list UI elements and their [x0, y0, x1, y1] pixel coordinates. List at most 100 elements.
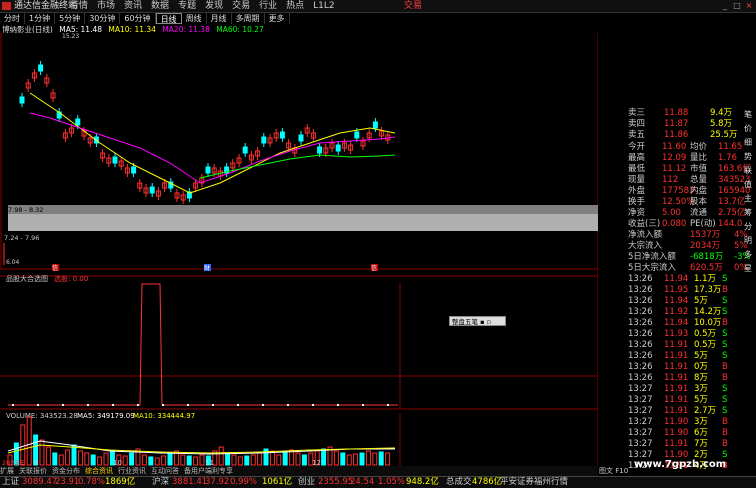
quick-link-2[interactable]: 资金分布 [52, 466, 80, 476]
menu-item-5[interactable]: 发现 [205, 0, 223, 12]
menu-item-2[interactable]: 资讯 [124, 0, 142, 12]
period-tab-8[interactable]: 多周期 [232, 13, 265, 24]
index-name[interactable]: 沪深 [152, 477, 169, 488]
minimize-icon[interactable]: _ [720, 2, 730, 10]
tick-direction: B [722, 362, 728, 372]
side-tab-1[interactable]: 价 [744, 124, 752, 134]
menu-item-7[interactable]: 行业 [259, 0, 277, 12]
maximize-icon[interactable]: □ [732, 2, 742, 10]
flow-label: 大宗流入 [628, 241, 663, 251]
tick-price: 11.90 [664, 428, 689, 438]
stat-label: PE(动) [690, 219, 716, 229]
stat-row: 收益(三) 0.080 PE(动) 144.0 [598, 219, 756, 230]
index-name[interactable]: 总成交 [446, 477, 472, 488]
stat-label: 均价 [690, 142, 708, 152]
popup-button[interactable]: 整盘五笔 ▪ ▫ [449, 316, 506, 326]
quick-link-1[interactable]: 关联报价 [19, 466, 47, 476]
ask-label: 卖三 [628, 108, 646, 118]
period-tab-3[interactable]: 30分钟 [85, 13, 121, 24]
quick-links: 扩展 关联报价 资金分布 综合资讯 行业资讯 互动问答 备用户端利专享 [0, 466, 598, 476]
side-tab-9[interactable]: 明 [744, 236, 752, 246]
ask-row[interactable]: 卖五 11.86 25.5万 [598, 130, 756, 141]
stat-label: 收益(三) [628, 219, 661, 229]
tick-time: 13:26 [628, 274, 653, 284]
quick-link-3[interactable]: 综合资讯 [85, 466, 113, 476]
candle-body [372, 121, 378, 129]
side-tab-11[interactable]: 星 [744, 264, 752, 274]
period-tab-6[interactable]: 周线 [182, 13, 207, 24]
volume-bar [359, 452, 365, 466]
side-tab-0[interactable]: 笔 [744, 110, 752, 120]
menu-item-1[interactable]: 市场 [97, 0, 115, 12]
period-tab-2[interactable]: 5分钟 [55, 13, 86, 24]
indicator-dot [387, 404, 389, 406]
tick-volume: 8万 [694, 373, 708, 383]
side-tab-3[interactable]: 势 [744, 152, 752, 162]
side-tab-4[interactable]: 联 [744, 166, 752, 176]
tick-price: 11.90 [664, 417, 689, 427]
period-tab-7[interactable]: 月线 [207, 13, 232, 24]
side-tab-6[interactable]: 主 [744, 194, 752, 204]
period-tab-4[interactable]: 60分钟 [120, 13, 156, 24]
menu-item-9[interactable]: L1L2 [313, 0, 334, 12]
side-tab-8[interactable]: 分 [744, 222, 752, 232]
stat-row: 换手 12.50% 股本 13.7亿 [598, 197, 756, 208]
menu-item-6[interactable]: 交易 [232, 0, 250, 12]
side-tab-5[interactable]: 值 [744, 180, 752, 190]
menu-item-3[interactable]: 数据 [151, 0, 169, 12]
menu-item-8[interactable]: 热点 [286, 0, 304, 12]
tick-volume: 1.1万 [694, 274, 717, 284]
tick-volume: 0万 [694, 362, 708, 372]
quick-link-0[interactable]: 扩展 [0, 466, 14, 476]
indicator-dot [137, 404, 139, 406]
close-icon[interactable]: × [744, 2, 754, 10]
side-tab-10[interactable]: 多 [744, 250, 752, 260]
f10-label[interactable]: 图文 F10 [599, 467, 628, 476]
index-name[interactable]: 上证 [2, 477, 19, 488]
index-name[interactable]: 创业 [298, 477, 315, 488]
index-change: 24.54 [350, 477, 375, 487]
event-flag-label-2: 信 [371, 264, 377, 272]
quick-link-6[interactable]: 备用户端利专享 [184, 466, 233, 476]
ask-label: 卖四 [628, 119, 646, 129]
tick-time: 13:26 [628, 296, 653, 306]
period-tab-0[interactable]: 分时 [0, 13, 25, 24]
tick-volume: 5万 [694, 395, 708, 405]
stat-label: 净资 [628, 208, 646, 218]
tick-direction: B [722, 428, 728, 438]
period-tab-1[interactable]: 1分钟 [25, 13, 56, 24]
stat-value: 12.09 [662, 153, 687, 163]
tick-direction: B [722, 318, 728, 328]
tick-row: 13:26 11.91 0.5万 S [598, 340, 756, 351]
low-mark: 6.04 [6, 259, 20, 266]
index-amount: 948.2亿 [406, 477, 439, 487]
candle-body [205, 166, 211, 174]
stat-row: 现量 112 总量 343523 [598, 175, 756, 186]
side-tab-7[interactable]: 筹 [744, 208, 752, 218]
ask-row[interactable]: 卖四 11.87 5.8万 [598, 119, 756, 130]
indicator-dot [362, 404, 364, 406]
tick-volume: 7万 [694, 439, 708, 449]
index-change: 37.92 [205, 477, 230, 487]
side-tab-2[interactable]: 细 [744, 138, 752, 148]
stat-label: 市值 [690, 164, 708, 174]
quick-link-5[interactable]: 互动问答 [151, 466, 179, 476]
tick-row: 13:27 11.90 6万 B [598, 428, 756, 439]
menu-item-0[interactable]: 行情 [70, 0, 88, 12]
tick-row: 13:27 11.91 7万 B [598, 439, 756, 450]
quick-link-4[interactable]: 行业资讯 [118, 466, 146, 476]
period-tab-9[interactable]: 更多 [265, 13, 290, 24]
period-tab-5[interactable]: 日线 [155, 13, 182, 24]
trade-button[interactable]: 交易 [404, 0, 422, 12]
chart-area[interactable]: 7.98 - 8.32 7.24 - 7.96 6.04 15.23 信 财 信 品… [0, 33, 598, 467]
candle-body [242, 146, 248, 154]
ask-row[interactable]: 卖三 11.88 9.4万 [598, 108, 756, 119]
tick-price: 11.94 [664, 318, 689, 328]
stat-label: 外盘 [628, 186, 646, 196]
tick-time: 13:27 [628, 417, 653, 427]
menu-item-4[interactable]: 专题 [178, 0, 196, 12]
tick-row: 13:26 11.95 17.3万 B [598, 285, 756, 296]
indicator-dot [187, 404, 189, 406]
tick-direction: S [722, 307, 728, 317]
event-flag-label-1: 财 [204, 264, 210, 272]
